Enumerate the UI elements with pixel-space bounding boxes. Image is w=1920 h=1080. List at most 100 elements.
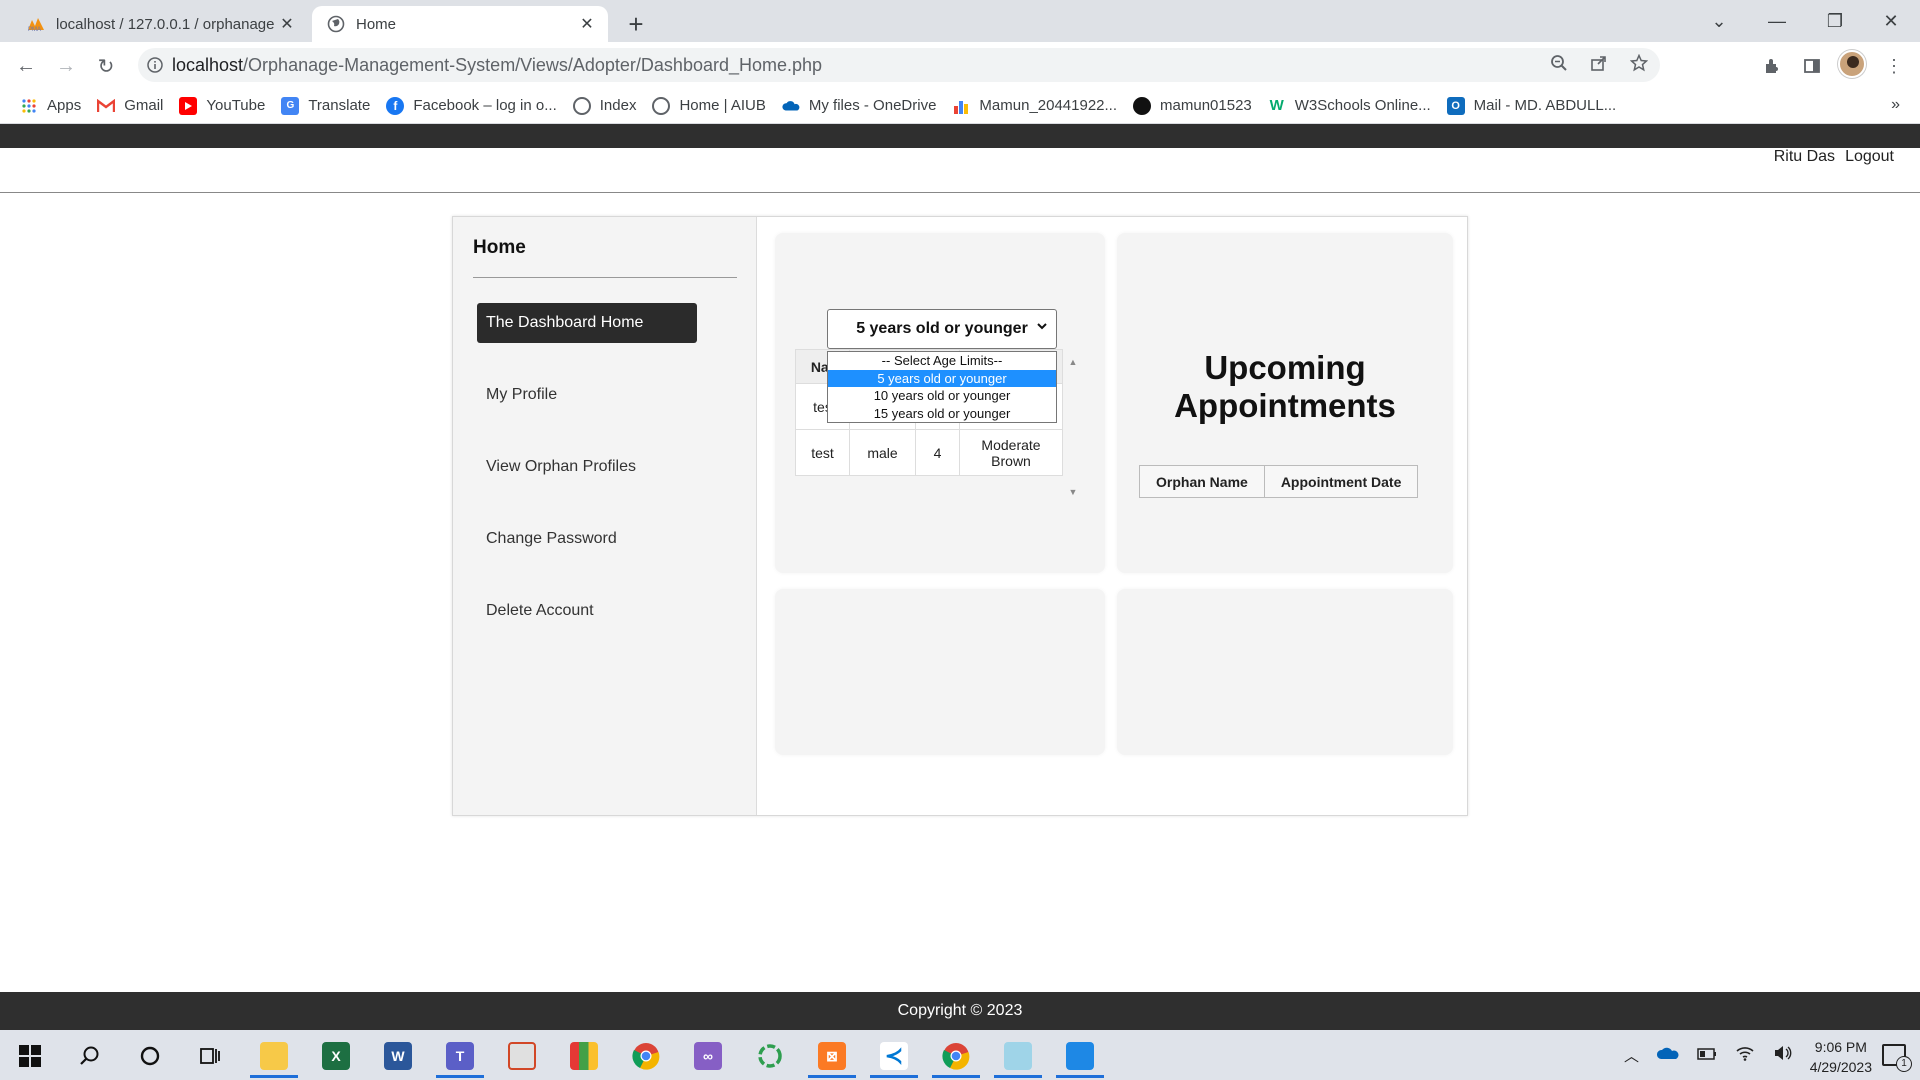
age-limit-select[interactable]: 5 years old or younger <box>827 309 1057 349</box>
forward-button[interactable]: → <box>50 50 82 82</box>
notification-center-icon[interactable]: 1 <box>1882 1044 1912 1072</box>
volume-icon[interactable] <box>1773 1045 1793 1065</box>
extensions-icon[interactable] <box>1756 50 1788 82</box>
age-option[interactable]: 10 years old or younger <box>828 387 1056 405</box>
search-icon[interactable] <box>64 1034 116 1078</box>
cortana-icon[interactable] <box>124 1034 176 1078</box>
scroll-down-arrow-icon[interactable]: ▼ <box>1067 487 1079 497</box>
age-limit-selected-value: 5 years old or younger <box>856 320 1028 337</box>
task-view-icon[interactable] <box>184 1034 236 1078</box>
browser-tab-strip: PMA localhost / 127.0.0.1 / orphanage ✕ … <box>0 0 1920 42</box>
empty-card <box>1117 589 1453 755</box>
excel-icon[interactable]: X <box>310 1034 362 1078</box>
tab-title: localhost / 127.0.0.1 / orphanage <box>56 15 274 33</box>
site-info-icon[interactable] <box>138 57 172 73</box>
chrome-icon[interactable] <box>620 1034 672 1078</box>
visual-studio-icon[interactable]: ∞ <box>682 1034 734 1078</box>
tray-overflow-icon[interactable]: ︿ <box>1624 1045 1639 1066</box>
apps-grid-icon <box>20 97 38 115</box>
browser-menu-icon[interactable]: ⋮ <box>1878 50 1910 82</box>
more-bookmarks-button[interactable]: » <box>1891 96 1900 114</box>
sidebar-item-view-orphan-profiles[interactable]: View Orphan Profiles <box>477 447 697 487</box>
age-option[interactable]: 15 years old or younger <box>828 405 1056 423</box>
chart-icon <box>952 97 970 115</box>
notepad-icon[interactable] <box>992 1034 1044 1078</box>
user-nav: Ritu Das Logout <box>1774 148 1894 166</box>
bookmark-aiub[interactable]: Home | AIUB <box>644 92 773 120</box>
table-scrollbar[interactable]: ▲ ▼ <box>1067 357 1079 497</box>
youtube-icon <box>179 96 198 115</box>
sidebar-item-dashboard-home[interactable]: The Dashboard Home <box>477 303 697 343</box>
sidebar-item-change-password[interactable]: Change Password <box>477 519 697 559</box>
battery-icon[interactable] <box>1697 1047 1717 1064</box>
clock-date: 4/29/2023 <box>1809 1059 1872 1075</box>
upcoming-appointments-card: Upcoming Appointments Orphan Name Appoin… <box>1117 233 1453 573</box>
restore-button[interactable]: ❐ <box>1806 0 1864 42</box>
scroll-up-arrow-icon[interactable]: ▲ <box>1067 357 1079 367</box>
teams-icon[interactable]: T <box>434 1034 486 1078</box>
user-name-link[interactable]: Ritu Das <box>1774 148 1835 166</box>
xampp-icon[interactable]: ⊠ <box>806 1034 858 1078</box>
bookmark-github[interactable]: mamun01523 <box>1125 92 1260 120</box>
gmail-icon <box>97 97 116 115</box>
side-panel-icon[interactable] <box>1796 50 1828 82</box>
refresh-app-icon[interactable] <box>744 1034 796 1078</box>
bookmark-outlook[interactable]: O Mail - MD. ABDULL... <box>1439 92 1625 120</box>
profile-avatar[interactable] <box>1838 50 1866 78</box>
word-icon[interactable]: W <box>372 1034 424 1078</box>
bookmark-label: Index <box>599 97 637 114</box>
url-path: /Orphanage-Management-System/Views/Adopt… <box>243 54 823 75</box>
tab-phpmyadmin[interactable]: PMA localhost / 127.0.0.1 / orphanage ✕ <box>12 6 308 42</box>
bookmark-youtube[interactable]: YouTube <box>171 92 273 120</box>
bookmark-label: Gmail <box>124 97 164 114</box>
tab-search-icon[interactable]: ⌄ <box>1690 0 1748 42</box>
close-tab-icon[interactable]: ✕ <box>274 11 300 37</box>
address-bar[interactable]: localhost/Orphanage-Management-System/Vi… <box>138 48 1660 82</box>
chrome-active-icon[interactable] <box>930 1034 982 1078</box>
onedrive-icon[interactable] <box>1656 1046 1679 1064</box>
start-button[interactable] <box>4 1034 56 1078</box>
sidebar-item-delete-account[interactable]: Delete Account <box>477 591 697 631</box>
logout-link[interactable]: Logout <box>1845 148 1894 166</box>
zoom-icon[interactable] <box>1550 54 1568 77</box>
back-button[interactable]: ← <box>10 50 42 82</box>
bookmark-apps[interactable]: Apps <box>12 92 89 120</box>
paint-icon[interactable] <box>496 1034 548 1078</box>
web-page: Ritu Das Logout Home The Dashboard Home … <box>0 124 1920 1030</box>
bookmark-mamun-sheet[interactable]: Mamun_20441922... <box>944 92 1125 120</box>
bookmark-star-icon[interactable] <box>1629 53 1649 77</box>
bookmark-facebook[interactable]: f Facebook – log in o... <box>378 92 564 120</box>
bookmark-label: Home | AIUB <box>679 97 766 114</box>
globe-icon <box>572 96 591 115</box>
bookmark-label: Mamun_20441922... <box>979 97 1118 114</box>
system-clock[interactable]: 9:06 PM 4/29/2023 <box>1810 1037 1872 1077</box>
bookmark-w3schools[interactable]: W W3Schools Online... <box>1260 92 1439 120</box>
url-host: localhost <box>172 54 244 75</box>
tab-home[interactable]: Home ✕ <box>312 6 608 42</box>
new-tab-button[interactable]: + <box>620 8 652 40</box>
close-window-button[interactable]: ✕ <box>1862 0 1920 42</box>
bookmark-label: W3Schools Online... <box>1294 97 1431 114</box>
bookmark-label: My files - OneDrive <box>808 97 937 114</box>
github-icon <box>1133 96 1152 115</box>
bookmark-label: Facebook – log in o... <box>413 97 557 114</box>
vscode-icon[interactable]: ≺ <box>868 1034 920 1078</box>
sidebar-item-my-profile[interactable]: My Profile <box>477 375 697 415</box>
file-explorer-icon[interactable] <box>248 1034 300 1078</box>
colorful-app-icon[interactable] <box>558 1034 610 1078</box>
reload-button[interactable]: ↻ <box>90 50 122 82</box>
bookmark-label: Translate <box>308 97 371 114</box>
wifi-icon[interactable] <box>1735 1045 1755 1065</box>
bookmark-onedrive[interactable]: My files - OneDrive <box>774 92 945 120</box>
photos-icon[interactable] <box>1054 1034 1106 1078</box>
orphan-filter-card: 5 years old or younger Nar tes test male… <box>775 233 1105 573</box>
share-icon[interactable] <box>1590 54 1608 77</box>
age-option[interactable]: -- Select Age Limits-- <box>828 352 1056 370</box>
system-tray: ︿ <box>1624 1030 1793 1080</box>
bookmark-translate[interactable]: G Translate <box>273 92 378 120</box>
close-tab-icon[interactable]: ✕ <box>574 11 600 37</box>
age-option-selected[interactable]: 5 years old or younger <box>828 369 1056 387</box>
bookmark-gmail[interactable]: Gmail <box>89 92 171 120</box>
bookmark-index[interactable]: Index <box>565 92 645 120</box>
minimize-button[interactable]: — <box>1748 0 1806 42</box>
